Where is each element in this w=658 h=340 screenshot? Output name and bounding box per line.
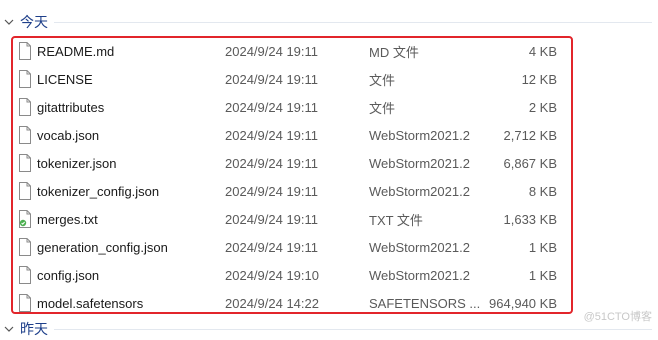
file-size: 8 KB xyxy=(528,183,557,199)
generic-file-icon xyxy=(18,266,32,284)
file-type: SAFETENSORS ... xyxy=(369,295,481,311)
file-row[interactable]: tokenizer_config.json 2024/9/24 19:11 We… xyxy=(14,177,574,205)
file-list: README.md 2024/9/24 19:11 MD 文件 4 KB LIC… xyxy=(14,37,574,317)
file-name: config.json xyxy=(37,267,100,283)
file-date: 2024/9/24 19:11 xyxy=(225,211,319,227)
file-date: 2024/9/24 19:10 xyxy=(225,267,319,283)
generic-file-icon xyxy=(18,182,32,200)
generic-file-icon xyxy=(18,70,32,88)
file-size: 6,867 KB xyxy=(503,155,558,171)
group-label-yesterday: 昨天 xyxy=(20,321,48,337)
file-name: generation_config.json xyxy=(37,239,168,255)
file-row[interactable]: merges.txt 2024/9/24 19:11 TXT 文件 1,633 … xyxy=(14,205,574,233)
file-row[interactable]: tokenizer.json 2024/9/24 19:11 WebStorm2… xyxy=(14,149,574,177)
file-row[interactable]: generation_config.json 2024/9/24 19:11 W… xyxy=(14,233,574,261)
file-date: 2024/9/24 19:11 xyxy=(225,127,319,143)
file-row[interactable]: LICENSE 2024/9/24 19:11 文件 12 KB xyxy=(14,65,574,93)
text-file-icon xyxy=(18,210,32,228)
file-size: 1,633 KB xyxy=(503,211,558,227)
file-size: 4 KB xyxy=(528,43,557,59)
file-name: model.safetensors xyxy=(37,295,144,311)
file-size: 2 KB xyxy=(528,99,557,115)
generic-file-icon xyxy=(18,294,32,312)
file-date: 2024/9/24 19:11 xyxy=(225,239,319,255)
file-type: TXT 文件 xyxy=(369,212,423,228)
file-size: 1 KB xyxy=(528,267,557,283)
file-row[interactable]: gitattributes 2024/9/24 19:11 文件 2 KB xyxy=(14,93,574,121)
file-row[interactable]: README.md 2024/9/24 19:11 MD 文件 4 KB xyxy=(14,37,574,65)
file-name: tokenizer.json xyxy=(37,155,117,171)
generic-file-icon xyxy=(18,238,32,256)
file-type: MD 文件 xyxy=(369,44,419,60)
file-size: 964,940 KB xyxy=(489,295,557,311)
group-label-today: 今天 xyxy=(20,14,48,30)
chevron-down-icon[interactable] xyxy=(0,13,18,31)
file-type: WebStorm2021.2 xyxy=(369,155,470,171)
generic-file-icon xyxy=(18,42,32,60)
file-size: 12 KB xyxy=(521,71,557,87)
file-type: WebStorm2021.2 xyxy=(369,183,470,199)
file-date: 2024/9/24 19:11 xyxy=(225,99,319,115)
group-header-today[interactable]: 今天 xyxy=(0,11,658,33)
generic-file-icon xyxy=(18,98,32,116)
chevron-down-icon[interactable] xyxy=(0,320,18,338)
file-type: WebStorm2021.2 xyxy=(369,239,470,255)
file-type: 文件 xyxy=(369,100,396,116)
file-name: merges.txt xyxy=(37,211,98,227)
file-name: gitattributes xyxy=(37,99,105,115)
generic-file-icon xyxy=(18,154,32,172)
file-name: vocab.json xyxy=(37,127,100,143)
group-divider xyxy=(54,21,652,23)
file-row[interactable]: config.json 2024/9/24 19:10 WebStorm2021… xyxy=(14,261,574,289)
file-type: WebStorm2021.2 xyxy=(369,127,470,143)
generic-file-icon xyxy=(18,126,32,144)
file-row[interactable]: vocab.json 2024/9/24 19:11 WebStorm2021.… xyxy=(14,121,574,149)
group-header-yesterday[interactable]: 昨天 xyxy=(0,318,658,340)
file-size: 2,712 KB xyxy=(503,127,558,143)
file-size: 1 KB xyxy=(528,239,557,255)
file-date: 2024/9/24 19:11 xyxy=(225,43,319,59)
file-row[interactable]: model.safetensors 2024/9/24 14:22 SAFETE… xyxy=(14,289,574,317)
file-name: tokenizer_config.json xyxy=(37,183,160,199)
file-name: LICENSE xyxy=(37,71,93,87)
file-type: 文件 xyxy=(369,72,396,88)
file-date: 2024/9/24 14:22 xyxy=(225,295,319,311)
file-type: WebStorm2021.2 xyxy=(369,267,470,283)
file-date: 2024/9/24 19:11 xyxy=(225,155,319,171)
file-name: README.md xyxy=(37,43,115,59)
file-date: 2024/9/24 19:11 xyxy=(225,71,319,87)
file-date: 2024/9/24 19:11 xyxy=(225,183,319,199)
group-divider xyxy=(54,328,652,330)
